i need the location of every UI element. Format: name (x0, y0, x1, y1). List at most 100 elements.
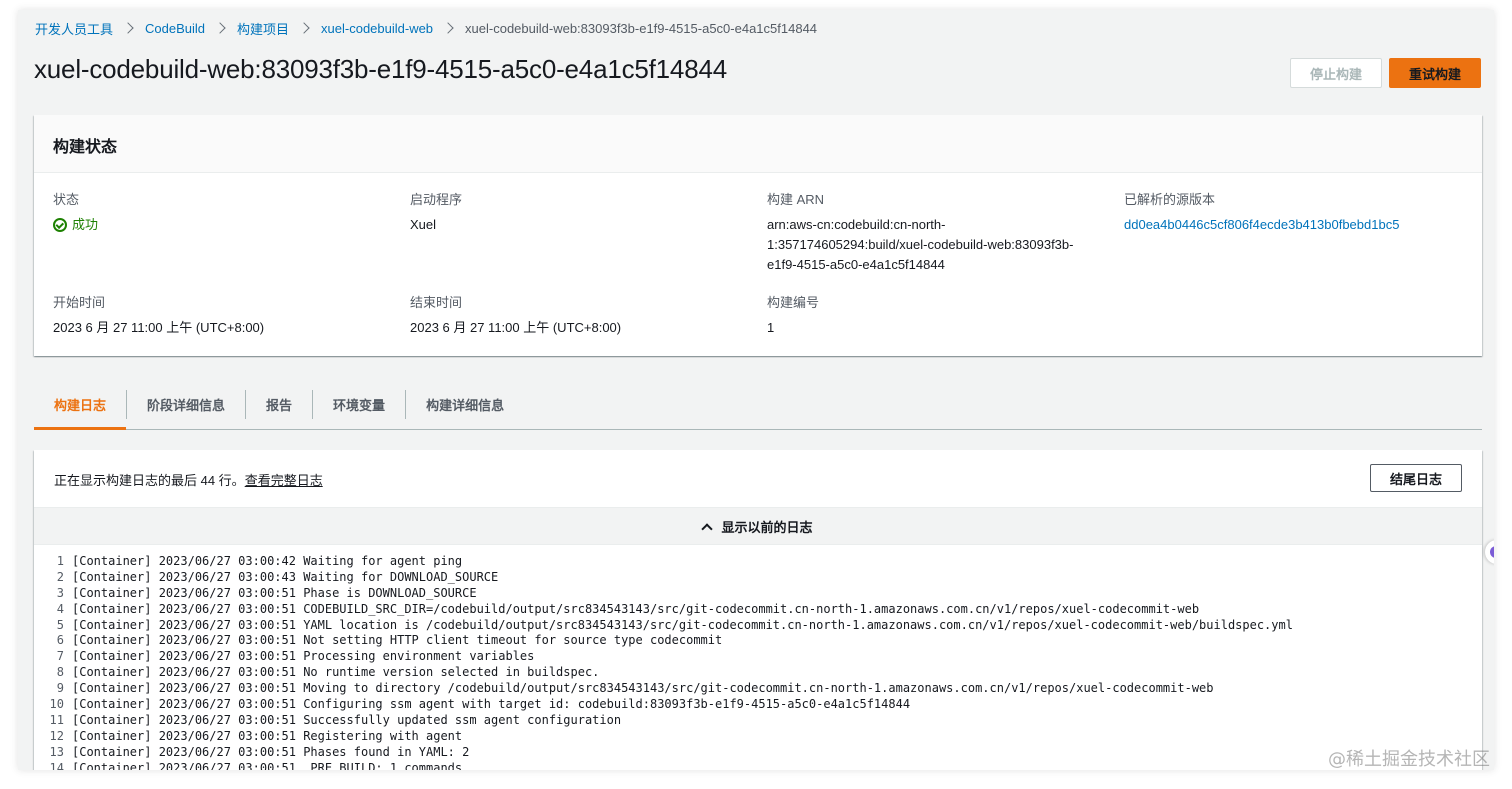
chevron-right-icon (442, 22, 454, 34)
log-info: 正在显示构建日志的最后 44 行。查看完整日志 (54, 470, 323, 489)
show-previous-label: 显示以前的日志 (721, 519, 813, 535)
log-line: 7 [Container] 2023/06/27 03:00:51 Process… (34, 649, 1482, 665)
breadcrumb-developer-tools[interactable]: 开发人员工具 (35, 19, 113, 38)
log-line-text: [Container] 2023/06/27 03:00:51 Successf… (72, 712, 622, 727)
log-line-text: [Container] 2023/06/27 03:00:42 Waiting … (72, 554, 463, 568)
build-number-label: 构建编号 (767, 295, 820, 310)
breadcrumb-build-projects[interactable]: 构建项目 (237, 19, 289, 38)
tab-build-logs[interactable]: 构建日志 (34, 380, 127, 430)
log-line-text: [Container] 2023/06/27 03:00:51 Register… (72, 728, 463, 743)
log-line: 6 [Container] 2023/06/27 03:00:51 Not set… (34, 633, 1482, 649)
log-line: 1 [Container] 2023/06/27 03:00:42 Waiting… (34, 554, 1482, 570)
log-line: 10 [Container] 2023/06/27 03:00:51 Config… (34, 697, 1482, 713)
source-version-link[interactable]: dd0ea4b0446c5cf806f4ecde3b413b0fbebd1bc5 (1124, 215, 1399, 235)
initiator-label: 启动程序 (410, 192, 463, 207)
log-line-text: [Container] 2023/06/27 03:00:51 Phase is… (72, 585, 477, 600)
chevron-up-icon (701, 522, 714, 535)
chevron-right-icon (122, 22, 134, 34)
breadcrumb-current: xuel-codebuild-web:83093f3b-e1f9-4515-a5… (465, 20, 818, 36)
log-line: 8 [Container] 2023/06/27 03:00:51 No runt… (34, 665, 1482, 681)
initiator-value: Xuel (410, 217, 437, 232)
end-time-label: 结束时间 (410, 295, 463, 310)
retry-build-button[interactable]: 重试构建 (1389, 58, 1481, 88)
log-line-text: [Container] 2023/06/27 03:00:51 No runti… (72, 665, 600, 680)
log-line: 9 [Container] 2023/06/27 03:00:51 Moving … (34, 681, 1482, 697)
log-line: 13 [Container] 2023/06/27 03:00:51 Phases… (34, 745, 1482, 761)
start-time-label: 开始时间 (53, 295, 106, 310)
log-line-text: [Container] 2023/06/27 03:00:51 Moving t… (72, 681, 1214, 696)
stop-build-button[interactable]: 停止构建 (1290, 58, 1382, 88)
status-field: 状态 成功 (53, 191, 98, 235)
log-line-text: [Container] 2023/06/27 03:00:43 Waiting … (72, 569, 499, 584)
status-label: 状态 (53, 192, 80, 207)
log-line-number: 6 (56, 633, 64, 648)
arn-value: arn:aws-cn:codebuild:cn-north- 1:3571746… (767, 215, 1073, 275)
log-line-number: 12 (49, 728, 64, 743)
log-line: 11 [Container] 2023/06/27 03:00:51 Succes… (34, 713, 1482, 729)
end-time-field: 结束时间 2023 6 月 27 11:00 上午 (UTC+8:00) (410, 294, 621, 338)
view-full-log-link[interactable]: 查看完整日志 (245, 473, 323, 488)
source-version-label: 已解析的源版本 (1124, 192, 1216, 207)
log-line-number: 9 (56, 681, 64, 696)
arn-field: 构建 ARN arn:aws-cn:codebuild:cn-north- 1:… (767, 191, 1073, 275)
log-line-number: 5 (56, 617, 64, 632)
log-info-text: 正在显示构建日志的最后 44 行。 (54, 473, 245, 488)
tab-build-details[interactable]: 构建详细信息 (406, 380, 524, 429)
arn-line: 1:357174605294:build/xuel-codebuild-web:… (767, 237, 1074, 252)
log-line: 4 [Container] 2023/06/27 03:00:51 CODEBUI… (34, 602, 1482, 618)
status-value: 成功 (53, 215, 98, 235)
log-line-text: [Container] 2023/06/27 03:00:51 PRE_BUIL… (72, 760, 463, 770)
log-line-text: [Container] 2023/06/27 03:00:51 Processi… (72, 649, 535, 664)
panel-title: 构建状态 (53, 139, 118, 156)
start-time-field: 开始时间 2023 6 月 27 11:00 上午 (UTC+8:00) (53, 294, 264, 338)
log-line-text: [Container] 2023/06/27 03:00:51 Configur… (72, 697, 911, 712)
build-log-panel: 正在显示构建日志的最后 44 行。查看完整日志 结尾日志 显示以前的日志 1 [C… (34, 450, 1482, 770)
log-line-number: 4 (56, 601, 64, 616)
start-time-value: 2023 6 月 27 11:00 上午 (UTC+8:00) (53, 320, 265, 335)
log-line-number: 10 (49, 697, 64, 712)
tab-bar: 构建日志 阶段详细信息 报告 环境变量 构建详细信息 (34, 380, 1482, 430)
log-line: 3 [Container] 2023/06/27 03:00:51 Phase i… (34, 586, 1482, 602)
log-lines: 1 [Container] 2023/06/27 03:00:42 Waiting… (34, 554, 1482, 770)
log-line-text: [Container] 2023/06/27 03:00:51 YAML loc… (72, 617, 1293, 632)
page-title: xuel-codebuild-web:83093f3b-e1f9-4515-a5… (34, 54, 727, 84)
breadcrumb-project[interactable]: xuel-codebuild-web (321, 21, 433, 36)
show-previous-logs-button[interactable]: 显示以前的日志 (34, 507, 1482, 545)
arn-line: arn:aws-cn:codebuild:cn-north- (767, 217, 946, 232)
log-line-number: 1 (56, 554, 64, 568)
log-line-number: 14 (49, 760, 64, 770)
build-number-field: 构建编号 1 (767, 294, 819, 338)
tab-reports[interactable]: 报告 (246, 380, 312, 429)
tail-logs-button[interactable]: 结尾日志 (1370, 464, 1462, 492)
end-time-value: 2023 6 月 27 11:00 上午 (UTC+8:00) (410, 320, 622, 335)
log-line: 12 [Container] 2023/06/27 03:00:51 Regist… (34, 729, 1482, 745)
build-status-panel: 构建状态 状态 成功 启动程序 Xuel 构建 ARN arn:aws-cn:c… (34, 115, 1482, 356)
status-text: 成功 (72, 217, 99, 232)
arn-label: 构建 ARN (767, 192, 825, 207)
watermark: @稀土掘金技术社区 (1328, 749, 1490, 770)
log-line: 2 [Container] 2023/06/27 03:00:43 Waiting… (34, 570, 1482, 586)
log-line-number: 2 (56, 569, 64, 584)
initiator-field: 启动程序 Xuel (410, 191, 462, 235)
log-line-number: 8 (56, 665, 64, 680)
log-line-number: 3 (56, 585, 64, 600)
chevron-right-icon (298, 22, 310, 34)
log-line-text: [Container] 2023/06/27 03:00:51 CODEBUIL… (72, 601, 1200, 616)
build-number-value: 1 (767, 320, 775, 335)
source-version-field: 已解析的源版本 dd0ea4b0446c5cf806f4ecde3b413b0f… (1124, 191, 1399, 235)
tab-environment-variables[interactable]: 环境变量 (313, 380, 405, 429)
breadcrumb-codebuild[interactable]: CodeBuild (145, 21, 205, 36)
log-line-text: [Container] 2023/06/27 03:00:51 Phases f… (72, 744, 470, 759)
log-line-number: 7 (56, 649, 64, 664)
log-line: 14 [Container] 2023/06/27 03:00:51 PRE_BU… (34, 761, 1482, 770)
breadcrumb: 开发人员工具 CodeBuild 构建项目 xuel-codebuild-web… (35, 19, 817, 37)
panel-header: 构建状态 (34, 115, 1482, 173)
tab-phase-details[interactable]: 阶段详细信息 (127, 380, 245, 429)
chevron-right-icon (214, 22, 226, 34)
log-line-number: 11 (49, 712, 64, 727)
app-window: 开发人员工具 CodeBuild 构建项目 xuel-codebuild-web… (18, 10, 1494, 770)
check-circle-icon (53, 218, 67, 232)
log-line-number: 13 (49, 744, 64, 759)
arn-line: e1f9-4515-a5c0-e4a1c5f14844 (767, 257, 945, 272)
floating-assistant-icon[interactable] (1485, 540, 1494, 564)
